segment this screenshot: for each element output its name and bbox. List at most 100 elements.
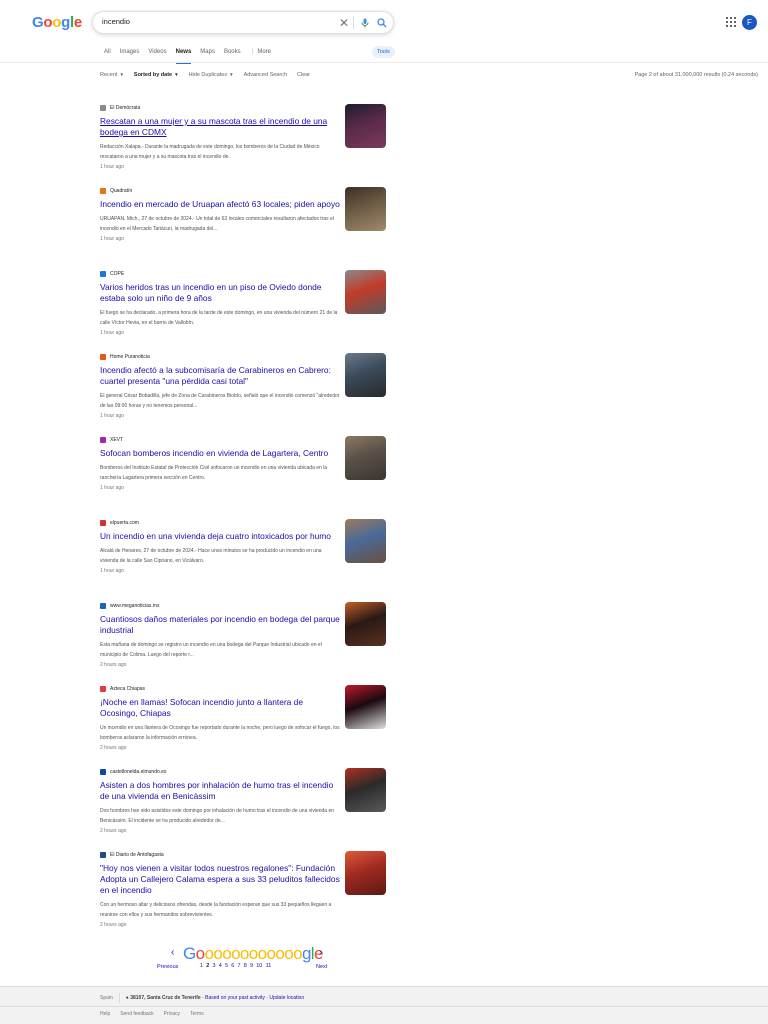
result-snippet: El fuego se ha declarado, a primera hora… — [100, 310, 338, 326]
result-snippet: Un incendio en una llantera de Ocosingo … — [100, 725, 340, 741]
result-time: 2 hours ago — [100, 828, 127, 834]
footer-divider — [0, 1006, 768, 1007]
duplicates-filter[interactable]: Hide Duplicates ▼ — [189, 72, 234, 78]
search-input[interactable] — [102, 17, 322, 26]
source-name[interactable]: Quadratín — [110, 188, 132, 194]
source-name[interactable]: El Demócrata — [110, 105, 140, 111]
news-result: castellonelda.elmundo.es Asisten a dos ho… — [100, 768, 390, 851]
source-name[interactable]: www.meganoticias.mx — [110, 603, 159, 609]
page-number-6[interactable]: 6 — [231, 963, 234, 969]
search-tabs: All Images Videos News Maps Books ⋮ More — [104, 44, 280, 64]
result-time: 1 hour ago — [100, 568, 124, 574]
page-numbers: 1 2 3 4 5 6 7 8 9 10 11 — [200, 963, 271, 969]
recent-filter[interactable]: Recent ▼ — [100, 72, 124, 78]
search-box[interactable]: ✕ — [92, 11, 394, 34]
close-icon[interactable]: ✕ — [339, 16, 349, 30]
result-title-link[interactable]: Asisten a dos hombres por inhalación de … — [100, 780, 340, 802]
page-number-4[interactable]: 4 — [219, 963, 222, 969]
chevron-left-icon[interactable]: ‹ — [171, 947, 174, 958]
footer-link-send-feedback[interactable]: Send feedback — [120, 1011, 153, 1017]
footer-link-terms[interactable]: Terms — [190, 1011, 204, 1017]
favicon-icon — [100, 686, 106, 692]
result-title-link[interactable]: Rescatan a una mujer y a su mascota tras… — [100, 116, 340, 138]
page-number-2: 2 — [206, 963, 210, 969]
tools-button[interactable]: Tools — [372, 46, 395, 58]
footer-country: Spain — [100, 993, 120, 1003]
pagination: ‹ Goooooooooooogle › Previous 1234567891… — [150, 944, 335, 974]
source-name[interactable]: Azteca Chiapas — [110, 686, 145, 692]
news-result: El Diario de Antofagasta "Hoy nos vienen … — [100, 851, 390, 934]
result-thumbnail[interactable] — [345, 768, 386, 812]
result-time: 1 hour ago — [100, 413, 124, 419]
result-thumbnail[interactable] — [345, 602, 386, 646]
result-thumbnail[interactable] — [345, 685, 386, 729]
page-number-3[interactable]: 3 — [213, 963, 216, 969]
footer-link-privacy[interactable]: Privacy — [164, 1011, 180, 1017]
result-time: 1 hour ago — [100, 236, 124, 242]
footer-link-help[interactable]: Help — [100, 1011, 110, 1017]
source-name[interactable]: COPE — [110, 271, 124, 277]
source-name[interactable]: elpuerta.com — [110, 520, 139, 526]
favicon-icon — [100, 603, 106, 609]
search-icon[interactable] — [376, 17, 388, 29]
tab-news[interactable]: News — [175, 44, 191, 64]
result-time: 1 hour ago — [100, 330, 124, 336]
clear-filters-link[interactable]: Clear — [297, 72, 310, 78]
chevron-right-icon[interactable]: › — [319, 947, 322, 958]
avatar[interactable]: F — [742, 15, 757, 30]
result-thumbnail[interactable] — [345, 104, 386, 148]
tab-maps[interactable]: Maps — [200, 44, 215, 62]
page-number-1[interactable]: 1 — [200, 963, 203, 969]
result-title-link[interactable]: Incendio en mercado de Uruapan afectó 63… — [100, 199, 340, 210]
page-number-5[interactable]: 5 — [225, 963, 228, 969]
result-title-link[interactable]: Incendio afectó a la subcomisaría de Car… — [100, 365, 340, 387]
based-on-activity-link[interactable]: Based on your past activity — [205, 995, 265, 1001]
result-thumbnail[interactable] — [345, 353, 386, 397]
source-name[interactable]: Home Puranoticia — [110, 354, 150, 360]
microphone-icon[interactable] — [359, 17, 371, 29]
result-snippet: Redacción Xalapa.- Durante la madrugada … — [100, 144, 320, 160]
page-number-8[interactable]: 8 — [244, 963, 247, 969]
page-number-7[interactable]: 7 — [238, 963, 241, 969]
tab-videos[interactable]: Videos — [148, 44, 166, 62]
footer: Spain ● 38107, Santa Cruz de Tenerife - … — [0, 986, 768, 1024]
apps-grid-icon[interactable] — [726, 17, 736, 27]
filter-bar: Recent ▼ Sorted by date ▼ Hide Duplicates ▼… — [100, 72, 320, 78]
news-result: El Demócrata Rescatan a una mujer y a su … — [100, 104, 390, 187]
result-thumbnail[interactable] — [345, 436, 386, 480]
tab-all[interactable]: All — [104, 44, 111, 62]
favicon-icon — [100, 188, 106, 194]
source-name[interactable]: castellonelda.elmundo.es — [110, 769, 166, 775]
result-snippet: URUAPAN, Mich., 27 de octubre de 2024.- … — [100, 216, 334, 232]
result-thumbnail[interactable] — [345, 519, 386, 563]
result-title-link[interactable]: ¡Noche en llamas! Sofocan incendio junto… — [100, 697, 340, 719]
page-number-11[interactable]: 11 — [266, 963, 272, 969]
previous-page-link[interactable]: Previous — [157, 964, 178, 970]
result-title-link[interactable]: Un incendio en una vivienda deja cuatro … — [100, 531, 340, 542]
advanced-search-link[interactable]: Advanced Search — [244, 72, 287, 78]
source-name[interactable]: XEVT — [110, 437, 123, 443]
page-number-9[interactable]: 9 — [250, 963, 253, 969]
source-name[interactable]: El Diario de Antofagasta — [110, 852, 164, 858]
favicon-icon — [100, 437, 106, 443]
result-thumbnail[interactable] — [345, 187, 386, 231]
result-title-link[interactable]: "Hoy nos vienen a visitar todos nuestros… — [100, 863, 340, 896]
result-title-link[interactable]: Cuantiosos daños materiales por incendio… — [100, 614, 340, 636]
next-page-link[interactable]: Next — [316, 964, 327, 970]
tab-more[interactable]: ⋮ More — [250, 44, 271, 62]
result-snippet: Dos hombres han sido asistidos este domi… — [100, 808, 335, 824]
result-thumbnail[interactable] — [345, 851, 386, 895]
result-title-link[interactable]: Sofocan bomberos incendio en vivienda de… — [100, 448, 340, 459]
google-logo[interactable]: Google — [32, 14, 82, 31]
result-title-link[interactable]: Varios heridos tras un incendio en un pi… — [100, 282, 340, 304]
page-number-10[interactable]: 10 — [256, 963, 262, 969]
header: Google ✕ F — [0, 0, 768, 44]
favicon-icon — [100, 271, 106, 277]
result-time: 1 hour ago — [100, 485, 124, 491]
tab-images[interactable]: Images — [120, 44, 140, 62]
tab-books[interactable]: Books — [224, 44, 241, 62]
update-location-link[interactable]: Update location — [269, 995, 304, 1001]
sort-filter[interactable]: Sorted by date ▼ — [134, 72, 179, 78]
result-thumbnail[interactable] — [345, 270, 386, 314]
footer-location-row: Spain ● 38107, Santa Cruz de Tenerife - … — [100, 993, 305, 1003]
